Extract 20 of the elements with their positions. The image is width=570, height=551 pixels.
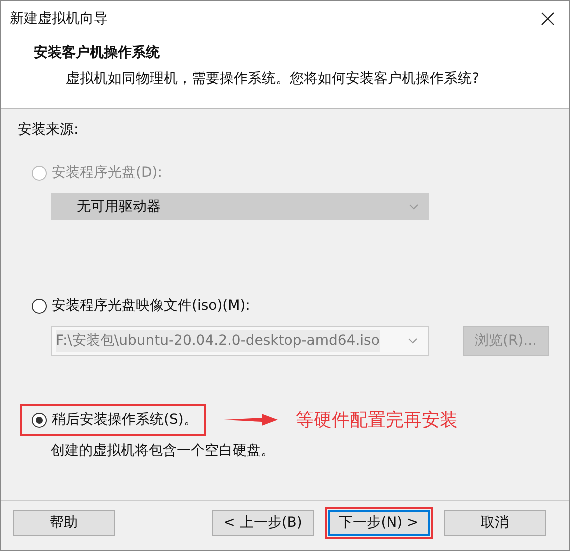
chevron-down-icon — [409, 204, 419, 210]
radio-option[interactable]: 安装程序光盘映像文件(iso)(M): — [20, 290, 258, 322]
section-label: 安装来源: — [18, 121, 80, 139]
chevron-down-icon — [408, 338, 418, 344]
window-title: 新建虚拟机向导 — [10, 10, 108, 28]
page-description: 虚拟机如同物理机，需要操作系统。您将如何安装客户机操作系统? — [66, 70, 480, 88]
close-icon[interactable] — [541, 12, 555, 26]
radio-label: 安装程序光盘(D): — [52, 164, 162, 182]
dialog-button[interactable]: 取消 — [444, 510, 546, 536]
radio-button[interactable] — [32, 412, 47, 428]
radio-label: 安装程序光盘映像文件(iso)(M): — [52, 297, 250, 315]
radio-button[interactable] — [32, 298, 47, 314]
annotation-text: 等硬件配置完再安装 — [296, 409, 458, 432]
dialog-button[interactable]: 下一步(N) > — [328, 510, 430, 536]
dialog-button[interactable]: < 上一步(B) — [212, 510, 314, 536]
option-description: 创建的虚拟机将包含一个空白硬盘。 — [51, 442, 276, 460]
page-heading: 安装客户机操作系统 — [34, 44, 161, 62]
dialog-button[interactable]: 帮助 — [13, 510, 115, 536]
highlight-frame[interactable]: 稍后安装操作系统(S)。 — [20, 404, 206, 436]
radio-label: 稍后安装操作系统(S)。 — [52, 411, 198, 429]
